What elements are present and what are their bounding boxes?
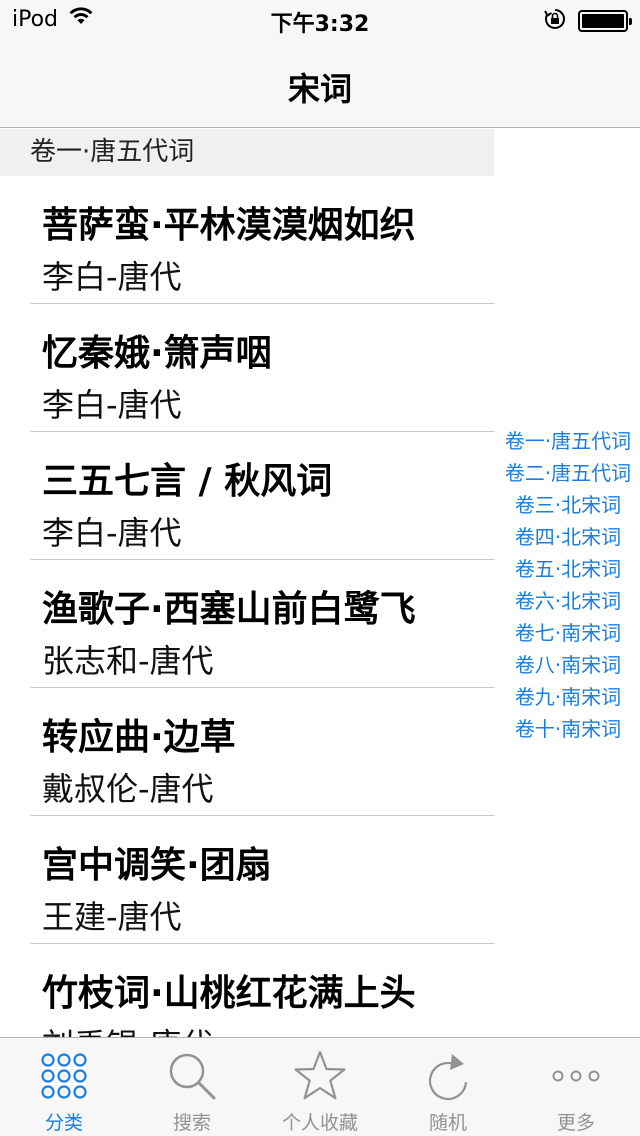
tab-random[interactable]: 随机 — [384, 1038, 512, 1136]
poem-title: 忆秦娥·箫声咽 — [42, 333, 272, 374]
search-icon — [128, 1050, 256, 1102]
battery-level — [582, 14, 624, 28]
index-item-2[interactable]: 卷二·唐五代词 — [496, 457, 640, 489]
tab-label: 随机 — [428, 1112, 467, 1134]
section-header: 卷一·唐五代词 — [0, 129, 494, 176]
tab-categories[interactable]: 分类 — [0, 1038, 128, 1136]
poem-author: 李白-唐代 — [42, 386, 182, 424]
list-item[interactable]: 渔歌子·西塞山前白鹭飞 张志和-唐代 — [0, 560, 494, 688]
poem-author: 张志和-唐代 — [42, 642, 214, 680]
poem-title: 转应曲·边草 — [42, 717, 236, 758]
index-item-6[interactable]: 卷六·北宋词 — [496, 585, 640, 617]
poem-title: 三五七言 / 秋风词 — [42, 461, 333, 502]
grid-dots-icon — [0, 1050, 128, 1102]
orientation-lock-icon — [544, 8, 566, 34]
poem-author: 李白-唐代 — [42, 258, 182, 296]
tab-favorites[interactable]: 个人收藏 — [256, 1038, 384, 1136]
index-item-8[interactable]: 卷八·南宋词 — [496, 649, 640, 681]
star-icon — [256, 1050, 384, 1102]
index-item-10[interactable]: 卷十·南宋词 — [496, 713, 640, 745]
status-right — [544, 8, 632, 34]
list-item[interactable]: 菩萨蛮·平林漠漠烟如织 李白-唐代 — [0, 176, 494, 304]
poem-title: 菩萨蛮·平林漠漠烟如织 — [42, 205, 416, 246]
index-item-3[interactable]: 卷三·北宋词 — [496, 489, 640, 521]
list-item[interactable]: 宫中调笑·团扇 王建-唐代 — [0, 816, 494, 944]
tab-bar: 分类 搜索 个人收藏 随机 更多 — [0, 1037, 640, 1136]
poem-title: 宫中调笑·团扇 — [42, 845, 272, 886]
list-item[interactable]: 转应曲·边草 戴叔伦-唐代 — [0, 688, 494, 816]
tab-label: 更多 — [556, 1112, 595, 1134]
index-item-5[interactable]: 卷五·北宋词 — [496, 553, 640, 585]
navigation-bar: 宋词 — [0, 40, 640, 128]
index-item-4[interactable]: 卷四·北宋词 — [496, 521, 640, 553]
refresh-icon — [384, 1050, 512, 1102]
section-index[interactable]: 卷一·唐五代词 卷二·唐五代词 卷三·北宋词 卷四·北宋词 卷五·北宋词 卷六·… — [496, 425, 640, 745]
page-title: 宋词 — [287, 70, 352, 108]
poem-author: 刘禹锡-唐代 — [42, 1020, 214, 1037]
poem-title: 竹枝词·山桃红花满上头 — [42, 973, 416, 1014]
tab-more[interactable]: 更多 — [512, 1038, 640, 1136]
list-item[interactable]: 竹枝词·山桃红花满上头 刘禹锡-唐代 — [0, 944, 494, 1037]
poem-author: 李白-唐代 — [42, 514, 182, 552]
index-item-1[interactable]: 卷一·唐五代词 — [496, 425, 640, 457]
battery-icon — [578, 10, 632, 32]
status-bar: iPod 下午3:32 — [0, 0, 640, 40]
poem-title: 渔歌子·西塞山前白鹭飞 — [42, 589, 416, 630]
tab-label: 分类 — [44, 1112, 83, 1134]
index-item-9[interactable]: 卷九·南宋词 — [496, 681, 640, 713]
list-item[interactable]: 三五七言 / 秋风词 李白-唐代 — [0, 432, 494, 560]
poem-author: 戴叔伦-唐代 — [42, 770, 214, 808]
tab-search[interactable]: 搜索 — [128, 1038, 256, 1136]
index-item-7[interactable]: 卷七·南宋词 — [496, 617, 640, 649]
list-item[interactable]: 忆秦娥·箫声咽 李白-唐代 — [0, 304, 494, 432]
tab-label: 个人收藏 — [281, 1112, 358, 1134]
more-icon — [512, 1050, 640, 1102]
poem-author: 王建-唐代 — [42, 898, 182, 936]
tab-label: 搜索 — [172, 1112, 211, 1134]
